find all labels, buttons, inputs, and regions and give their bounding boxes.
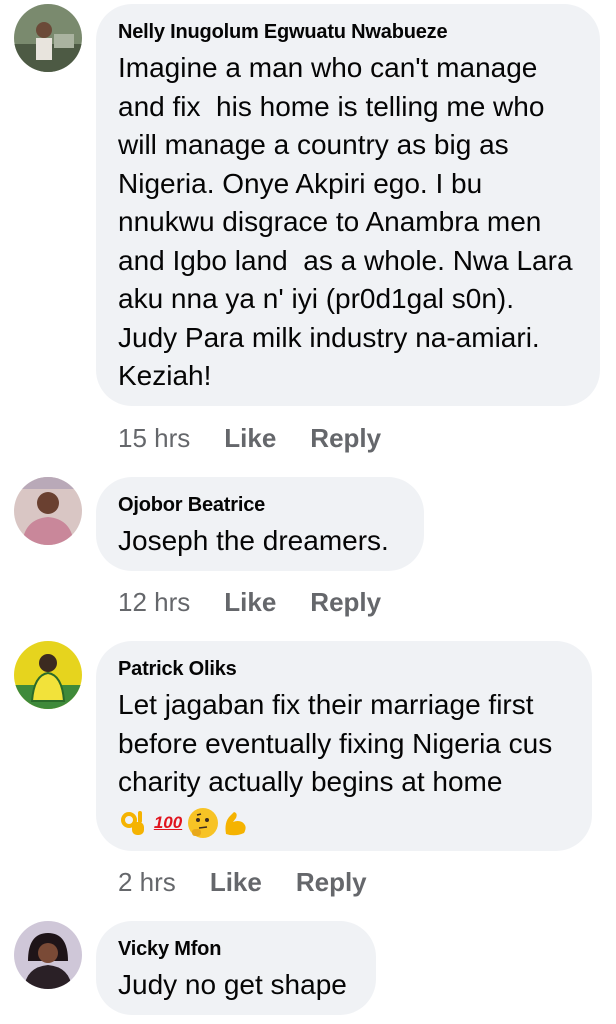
comment-bubble: Ojobor Beatrice Joseph the dreamers. — [96, 477, 424, 571]
comment-timestamp[interactable]: 15 hrs — [118, 423, 190, 454]
avatar[interactable] — [14, 477, 82, 545]
avatar[interactable] — [14, 641, 82, 709]
comment-text: Joseph the dreamers. — [118, 525, 389, 556]
comment-bubble: Vicky Mfon Judy no get shape — [96, 921, 376, 1015]
comment-text: Judy no get shape — [118, 969, 347, 1000]
emoji-row: 100 — [118, 806, 570, 840]
reply-button[interactable]: Reply — [310, 587, 381, 618]
comment-bubble: Patrick Oliks Let jagaban fix their marr… — [96, 641, 592, 851]
hundred-points-emoji: 100 — [153, 812, 183, 832]
comment-author[interactable]: Nelly Inugolum Egwuatu Nwabueze — [118, 19, 578, 45]
comment-author[interactable]: Patrick Oliks — [118, 656, 570, 682]
like-button[interactable]: Like — [224, 423, 276, 454]
avatar[interactable] — [14, 4, 82, 72]
reply-button[interactable]: Reply — [296, 867, 367, 898]
like-button[interactable]: Like — [210, 867, 262, 898]
reply-button[interactable]: Reply — [310, 423, 381, 454]
comment-timestamp[interactable]: 2 hrs — [118, 867, 176, 898]
comment-actions: 2 hrs Like Reply — [118, 862, 367, 902]
comment-bubble: Nelly Inugolum Egwuatu Nwabueze Imagine … — [96, 4, 600, 406]
like-button[interactable]: Like — [224, 587, 276, 618]
comment-text: Imagine a man who can't manage and fix h… — [118, 52, 573, 391]
comment-actions: 12 hrs Like Reply — [118, 582, 381, 622]
ok-hand-emoji — [118, 808, 148, 838]
comment-timestamp[interactable]: 12 hrs — [118, 587, 190, 618]
thinking-face-emoji — [188, 807, 218, 838]
comment-author[interactable]: Ojobor Beatrice — [118, 492, 402, 518]
comment-actions: 15 hrs Like Reply — [118, 418, 381, 458]
comment-author[interactable]: Vicky Mfon — [118, 936, 354, 962]
flexed-biceps-emoji — [220, 808, 250, 838]
comment-text: Let jagaban fix their marriage first bef… — [118, 689, 553, 797]
avatar[interactable] — [14, 921, 82, 989]
